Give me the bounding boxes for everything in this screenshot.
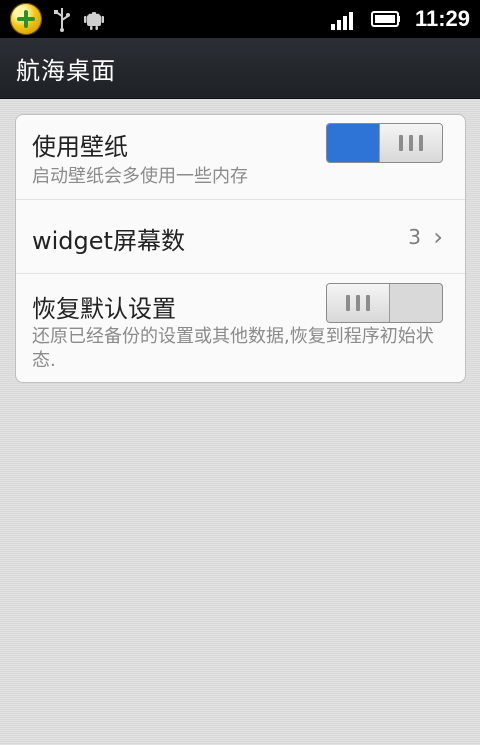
status-left	[0, 3, 106, 35]
toggle-knob[interactable]	[379, 124, 442, 162]
status-right: 11:29	[330, 6, 480, 32]
setting-label: 使用壁纸	[32, 133, 128, 161]
setting-label: 恢复默认设置	[32, 295, 176, 323]
signal-icon	[330, 12, 353, 30]
settings-panel: 使用壁纸 启动壁纸会多使用一些内存 widget屏幕数 3 › 恢复默认设置 还…	[15, 114, 466, 383]
usb-icon	[54, 8, 70, 32]
page-title: 航海桌面	[16, 56, 116, 85]
setting-value: 3	[408, 225, 421, 249]
status-bar: 11:29	[0, 0, 480, 38]
toggle-on-fill	[327, 124, 379, 162]
wallpaper-toggle[interactable]	[326, 123, 443, 163]
restore-toggle[interactable]	[326, 283, 443, 323]
setting-widget-screen-count[interactable]: widget屏幕数 3 ›	[16, 199, 465, 274]
grip-icon	[346, 295, 370, 311]
status-time: 11:29	[414, 6, 470, 31]
chevron-right-icon: ›	[433, 223, 443, 251]
app-badge-icon	[10, 3, 42, 35]
grip-icon	[399, 135, 423, 151]
setting-label: widget屏幕数	[32, 227, 185, 255]
setting-restore-defaults[interactable]: 恢复默认设置 还原已经备份的设置或其他数据,恢复到程序初始状态.	[16, 273, 465, 382]
setting-summary: 还原已经备份的设置或其他数据,恢复到程序初始状态.	[32, 326, 434, 371]
toggle-knob[interactable]	[327, 284, 390, 322]
android-debug-icon	[84, 12, 104, 30]
setting-summary: 启动壁纸会多使用一些内存	[32, 166, 248, 187]
title-bar: 航海桌面	[0, 38, 480, 99]
setting-use-wallpaper[interactable]: 使用壁纸 启动壁纸会多使用一些内存	[16, 115, 465, 200]
battery-icon	[370, 11, 400, 27]
